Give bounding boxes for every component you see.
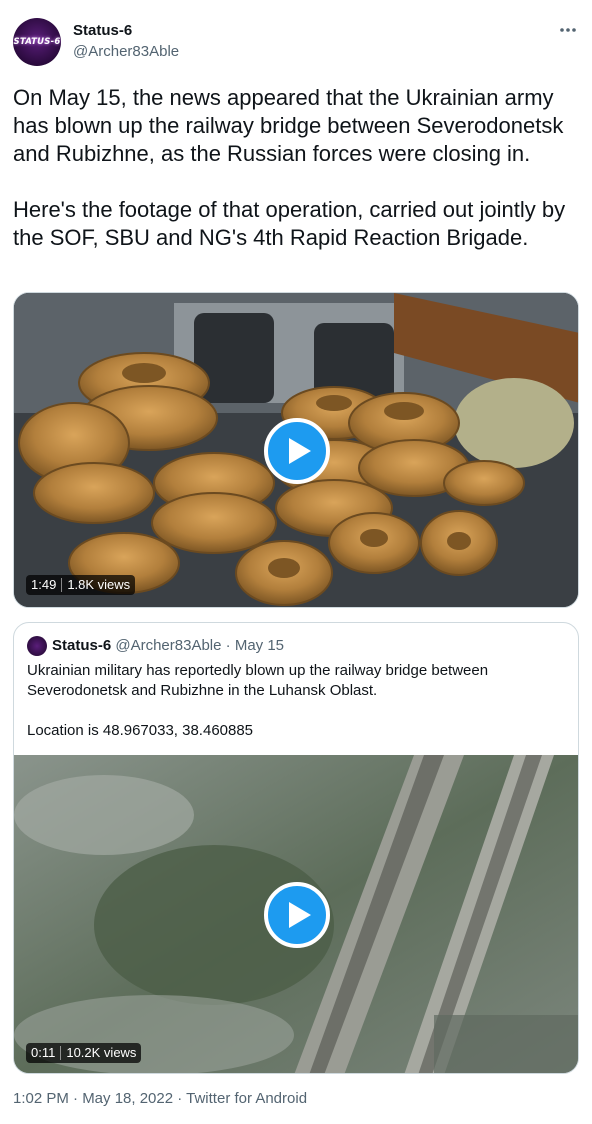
avatar[interactable]: STATUS-6 — [13, 18, 61, 66]
quoted-separator: · — [225, 637, 231, 654]
video-views: 1.8K views — [67, 577, 131, 592]
tweet-text: On May 15, the news appeared that the Uk… — [13, 85, 566, 250]
play-button[interactable] — [264, 418, 330, 484]
quoted-video-duration: 0:11 — [31, 1045, 56, 1060]
play-icon — [289, 438, 311, 464]
quoted-text: Ukrainian military has reportedly blown … — [27, 662, 489, 739]
badge-divider — [61, 578, 63, 592]
more-horizontal-icon[interactable] — [559, 24, 577, 34]
quoted-play-button[interactable] — [264, 882, 330, 948]
quoted-video-stats-badge: 0:11 10.2K views — [26, 1043, 142, 1063]
video-duration: 1:49 — [31, 577, 57, 592]
quoted-avatar — [27, 636, 47, 656]
author-name[interactable]: Status-6 — [73, 22, 132, 39]
video-stats-badge: 1:49 1.8K views — [26, 575, 136, 595]
quoted-video-views: 10.2K views — [66, 1045, 137, 1060]
tweet-timestamp[interactable]: 1:02 PM · May 18, 2022 · Twitter for And… — [13, 1090, 307, 1107]
quoted-date: May 15 — [234, 637, 285, 654]
avatar-logo-text: STATUS-6 — [13, 37, 61, 47]
video-player[interactable]: 1:49 1.8K views — [13, 292, 579, 608]
quoted-header: Status-6 @Archer83Able · May 15 — [52, 637, 284, 654]
tweet-header: STATUS-6 Status-6 @Archer83Able — [13, 18, 579, 70]
quoted-author-handle: @Archer83Able — [115, 637, 222, 654]
play-icon — [289, 902, 311, 928]
quoted-tweet[interactable]: Status-6 @Archer83Able · May 15 Ukrainia… — [13, 622, 579, 1074]
badge-divider — [60, 1046, 62, 1060]
quoted-author-name: Status-6 — [52, 637, 112, 654]
quoted-video-player[interactable]: 0:11 10.2K views — [14, 755, 578, 1073]
author-handle[interactable]: @Archer83Able — [73, 43, 179, 60]
